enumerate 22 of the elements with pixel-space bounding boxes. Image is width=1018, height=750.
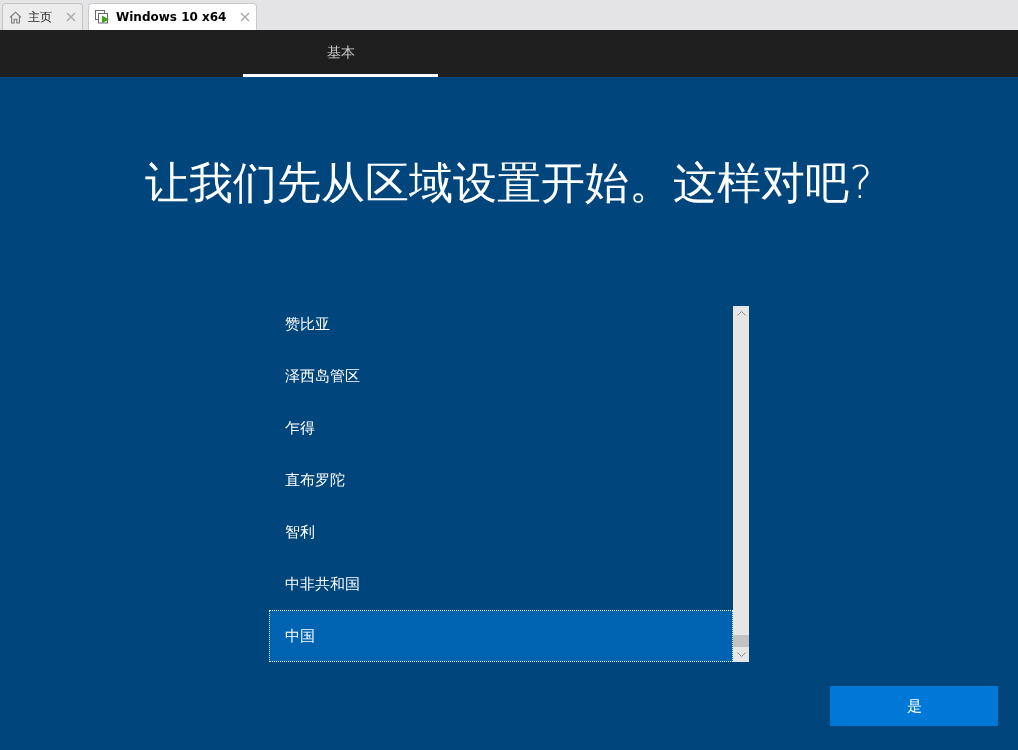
page-heading: 让我们先从区域设置开始。这样对吧? — [145, 156, 873, 210]
close-icon[interactable] — [66, 12, 76, 22]
virtual-machine-icon — [95, 10, 110, 24]
close-icon[interactable] — [240, 12, 251, 22]
browser-tab[interactable]: Windows 10 x64 — [88, 3, 258, 30]
region-item[interactable]: 赞比亚 — [269, 306, 733, 350]
caret-up-icon[interactable] — [736, 311, 746, 316]
region-item[interactable]: 直布罗陀 — [269, 454, 733, 506]
region-item[interactable]: 泽西岛管区 — [269, 350, 733, 402]
region-item[interactable]: 乍得 — [269, 402, 733, 454]
yes-button[interactable]: 是 — [830, 686, 998, 726]
scrollbar-thumb[interactable] — [733, 635, 749, 647]
home-icon — [9, 10, 22, 24]
nav-tab[interactable]: 基本 — [243, 30, 438, 77]
region-item[interactable]: 中非共和国 — [269, 558, 733, 610]
tab-label: Windows 10 x64 — [116, 9, 227, 26]
browser-tab[interactable]: 主页 — [2, 3, 83, 30]
caret-down-icon[interactable] — [736, 652, 746, 657]
tab-label: 主页 — [28, 9, 52, 26]
region-item[interactable]: 智利 — [269, 506, 733, 558]
region-item[interactable]: 中国 — [269, 610, 733, 662]
scrollbar[interactable] — [733, 306, 749, 662]
